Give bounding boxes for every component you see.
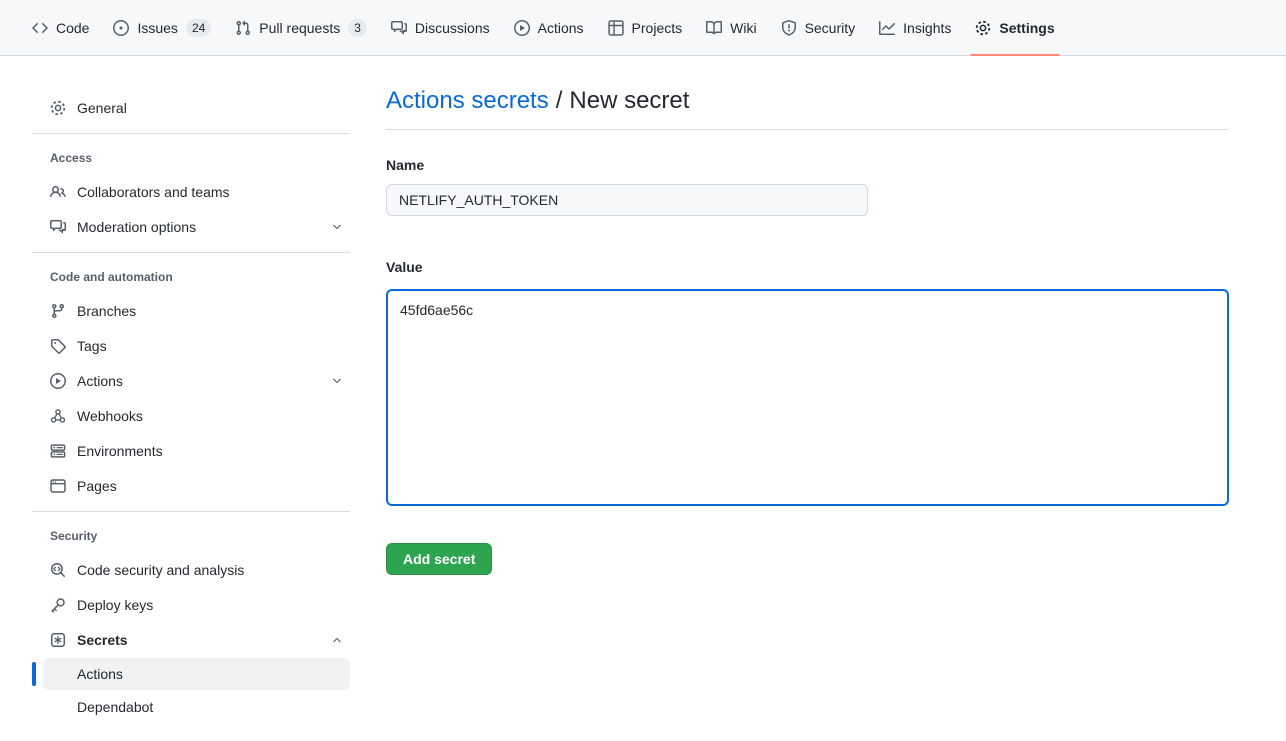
sidebar-item-actions[interactable]: Actions	[43, 363, 350, 398]
book-icon	[706, 20, 722, 36]
tab-issues[interactable]: Issues 24	[105, 11, 219, 45]
comment-discussion-icon	[391, 20, 407, 36]
breadcrumb-current: New secret	[569, 87, 689, 114]
tab-insights[interactable]: Insights	[871, 11, 959, 45]
sidebar-item-label: Actions	[77, 373, 123, 389]
issues-count-badge: 24	[186, 19, 211, 37]
sidebar-subitem-label: Dependabot	[77, 699, 153, 715]
sidebar-item-label: Collaborators and teams	[77, 184, 230, 200]
tab-wiki[interactable]: Wiki	[698, 11, 764, 45]
chevron-down-icon	[331, 375, 343, 387]
main-content: Actions secrets /New secret Name Value 45…	[360, 56, 1229, 575]
sidebar-item-label: Webhooks	[77, 408, 143, 424]
tab-discussions[interactable]: Discussions	[383, 11, 498, 45]
add-secret-button[interactable]: Add secret	[386, 543, 492, 575]
settings-sidebar: General Access Collaborators and teams M…	[0, 56, 360, 724]
code-icon	[32, 20, 48, 36]
sidebar-subitem-label: Actions	[77, 666, 123, 682]
sidebar-item-label: Tags	[77, 338, 107, 354]
name-field-label: Name	[386, 155, 1229, 176]
value-field-label: Value	[386, 257, 1229, 278]
tab-label: Insights	[903, 17, 951, 39]
chevron-up-icon	[331, 634, 343, 646]
server-icon	[50, 443, 66, 459]
sidebar-item-environments[interactable]: Environments	[43, 433, 350, 468]
divider	[32, 252, 350, 253]
sidebar-subitem-secrets-actions[interactable]: Actions	[43, 658, 350, 690]
table-icon	[608, 20, 624, 36]
sidebar-item-label: Moderation options	[77, 219, 196, 235]
people-icon	[50, 184, 66, 200]
issue-opened-icon	[113, 20, 129, 36]
sidebar-item-label: Code security and analysis	[77, 562, 244, 578]
tab-label: Settings	[999, 17, 1054, 39]
breadcrumb-separator: /	[556, 87, 563, 114]
sidebar-item-webhooks[interactable]: Webhooks	[43, 398, 350, 433]
sidebar-item-moderation-options[interactable]: Moderation options	[43, 209, 350, 244]
tab-label: Discussions	[415, 17, 490, 39]
sidebar-item-label: General	[77, 100, 127, 116]
git-branch-icon	[50, 303, 66, 319]
sidebar-item-label: Branches	[77, 303, 136, 319]
sidebar-item-secrets[interactable]: Secrets	[43, 622, 350, 657]
comment-discussion-icon	[50, 219, 66, 235]
tab-label: Code	[56, 17, 89, 39]
tab-label: Projects	[632, 17, 683, 39]
webhook-icon	[50, 408, 66, 424]
sidebar-item-code-security-and-analysis[interactable]: Code security and analysis	[43, 552, 350, 587]
git-pull-request-icon	[235, 20, 251, 36]
actions-secrets-breadcrumb-link[interactable]: Actions secrets	[386, 87, 549, 114]
tab-settings[interactable]: Settings	[967, 11, 1062, 45]
page-title: Actions secrets /New secret	[386, 86, 1229, 116]
sidebar-subitem-secrets-dependabot[interactable]: Dependabot	[43, 691, 350, 723]
shield-icon	[781, 20, 797, 36]
tab-label: Pull requests	[259, 17, 340, 39]
chevron-down-icon	[331, 221, 343, 233]
graph-icon	[879, 20, 895, 36]
tab-projects[interactable]: Projects	[600, 11, 691, 45]
sidebar-item-tags[interactable]: Tags	[43, 328, 350, 363]
codescan-icon	[50, 562, 66, 578]
sidebar-item-label: Pages	[77, 478, 117, 494]
tag-icon	[50, 338, 66, 354]
divider	[386, 129, 1229, 130]
gear-icon	[50, 100, 66, 116]
divider	[32, 133, 350, 134]
tab-label: Security	[805, 17, 856, 39]
sidebar-item-deploy-keys[interactable]: Deploy keys	[43, 587, 350, 622]
sidebar-section-access: Access	[50, 148, 360, 168]
repo-tab-nav: Code Issues 24 Pull requests 3 Discussio…	[0, 0, 1286, 56]
play-icon	[514, 20, 530, 36]
sidebar-section-security: Security	[50, 526, 360, 546]
tab-security[interactable]: Security	[773, 11, 864, 45]
gear-icon	[975, 20, 991, 36]
pull-requests-count-badge: 3	[348, 19, 367, 37]
divider	[32, 511, 350, 512]
sidebar-item-label: Deploy keys	[77, 597, 153, 613]
play-icon	[50, 373, 66, 389]
sidebar-section-code-and-automation: Code and automation	[50, 267, 360, 287]
secret-value-textarea[interactable]: 45fd6ae56c	[386, 289, 1229, 506]
secret-name-input[interactable]	[386, 184, 868, 216]
sidebar-item-label: Environments	[77, 443, 163, 459]
tab-code[interactable]: Code	[24, 11, 97, 45]
sidebar-item-branches[interactable]: Branches	[43, 293, 350, 328]
key-icon	[50, 597, 66, 613]
sidebar-item-pages[interactable]: Pages	[43, 468, 350, 503]
secrets-icon	[50, 632, 66, 648]
sidebar-item-collaborators-and-teams[interactable]: Collaborators and teams	[43, 174, 350, 209]
tab-label: Actions	[538, 17, 584, 39]
tab-label: Issues	[137, 17, 177, 39]
sidebar-item-general[interactable]: General	[43, 90, 350, 125]
tab-label: Wiki	[730, 17, 756, 39]
tab-actions[interactable]: Actions	[506, 11, 592, 45]
sidebar-item-label: Secrets	[77, 632, 128, 648]
browser-icon	[50, 478, 66, 494]
tab-pull-requests[interactable]: Pull requests 3	[227, 11, 375, 45]
